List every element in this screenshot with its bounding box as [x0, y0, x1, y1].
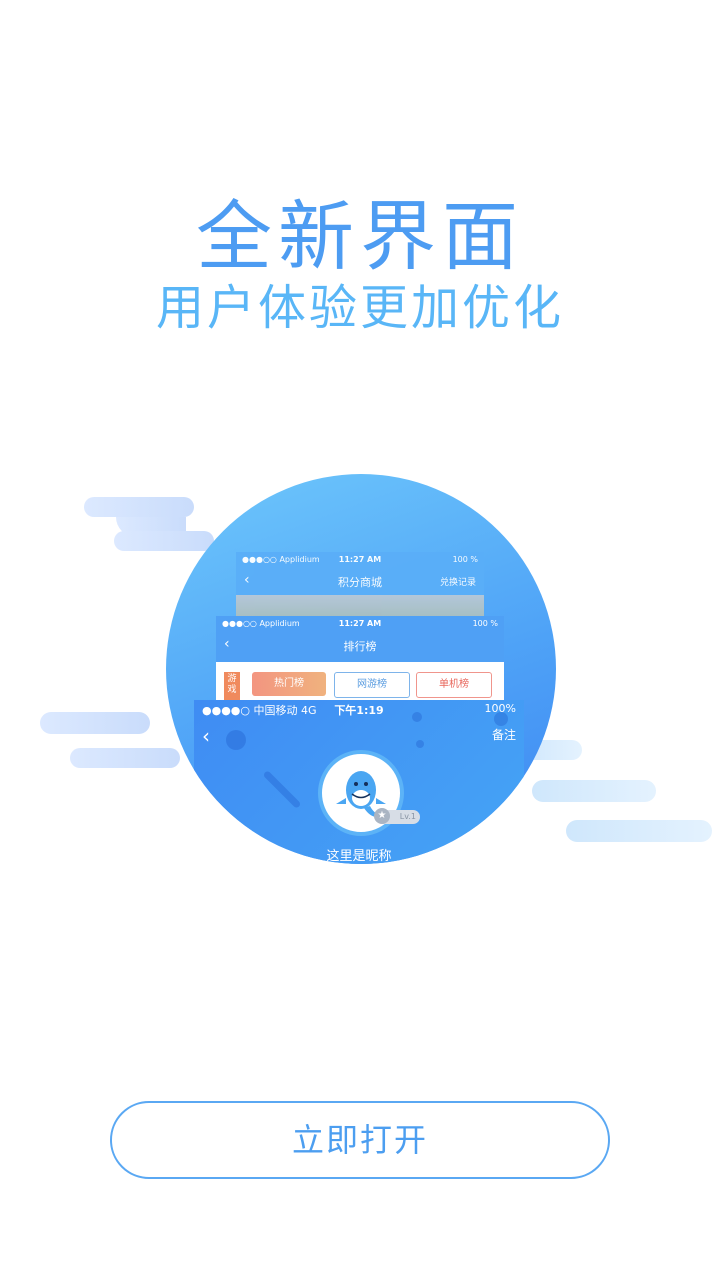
tab-hot: 热门榜 [252, 672, 326, 696]
tab-online: 网游榜 [334, 672, 410, 698]
profile-screen-preview: ●●●●○ 中国移动 4G 下午1:19 100% ‹ 备注 Lv.1 ★ 这里… [194, 700, 524, 864]
status-bar: ●●●○○ Applidium 11:27 AM 100 % [216, 616, 504, 633]
nickname-text: 这里是昵称 [326, 849, 392, 864]
open-now-button[interactable]: 立即打开 [110, 1101, 610, 1179]
cloud-decoration [70, 748, 180, 768]
page-subtitle: 用户体验更加优化 [155, 280, 564, 336]
time-text: 11:27 AM [338, 619, 382, 628]
preview-circle: ●●●○○ Applidium 11:27 AM 100 % ‹ 积分商城 兑换… [166, 474, 556, 864]
time-text: 11:27 AM [338, 555, 382, 564]
battery-text: 100 % [452, 555, 478, 564]
nav-bar: ‹ 积分商城 兑换记录 [236, 569, 484, 593]
status-bar: ●●●○○ Applidium 11:27 AM 100 % [236, 552, 484, 569]
tab-single: 单机榜 [416, 672, 492, 698]
nav-bar: ‹ 备注 [194, 718, 524, 748]
nav-title: 排行榜 [343, 640, 377, 653]
nav-bar: ‹ 排行榜 [216, 633, 504, 657]
nav-action: 兑换记录 [439, 578, 476, 588]
back-icon: ‹ [202, 724, 210, 748]
battery-text: 100 % [472, 619, 498, 628]
time-text: 下午1:19 [334, 704, 384, 717]
cloud-decoration [84, 497, 194, 517]
nav-action: 备注 [491, 728, 516, 742]
decor-bar [262, 770, 302, 809]
cloud-decoration [40, 712, 150, 734]
cloud-decoration [566, 820, 712, 842]
cloud-decoration [114, 531, 214, 551]
cloud-decoration [532, 780, 656, 802]
star-icon: ★ [374, 808, 390, 824]
battery-text: 100% [484, 702, 516, 715]
status-bar: ●●●●○ 中国移动 4G 下午1:19 100% [194, 700, 524, 718]
